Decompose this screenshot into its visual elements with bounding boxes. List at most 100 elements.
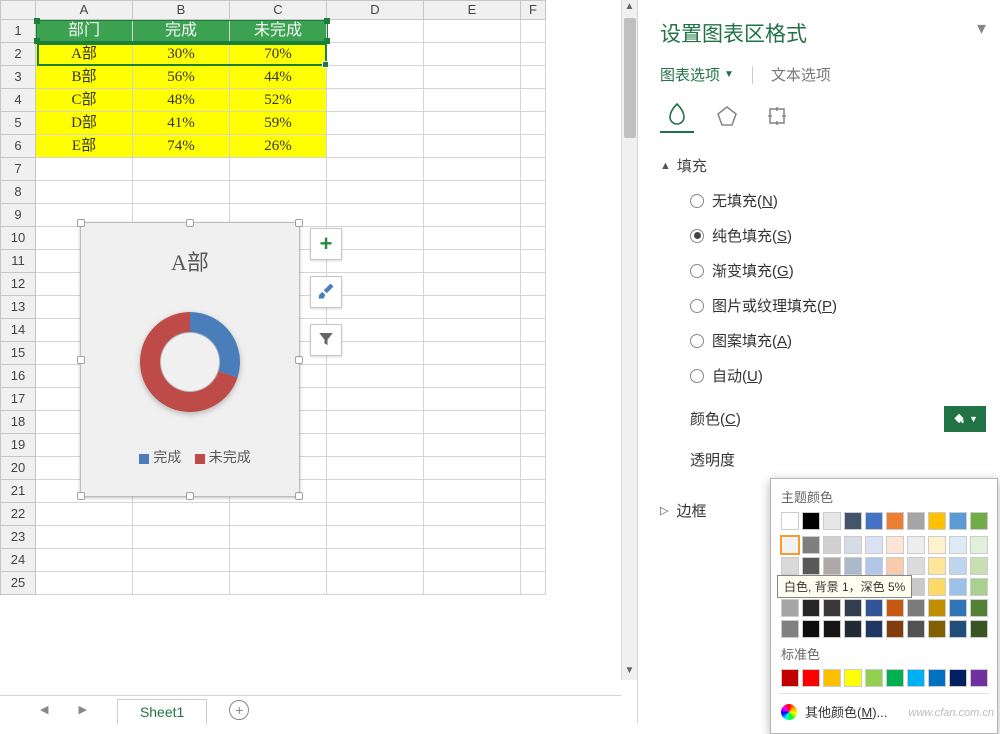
select-all-corner[interactable] [0,0,36,20]
color-swatch[interactable] [865,620,883,638]
cell[interactable] [521,112,546,135]
cell[interactable] [521,273,546,296]
cell[interactable] [327,181,424,204]
color-swatch[interactable] [844,536,862,554]
cell[interactable] [327,457,424,480]
cell[interactable] [424,526,521,549]
radio-solid-fill[interactable]: 纯色填充(S) [690,225,980,246]
radio-auto-fill[interactable]: 自动(U) [690,365,980,386]
color-swatch[interactable] [823,536,841,554]
cell[interactable] [230,181,327,204]
color-swatch[interactable] [949,599,967,617]
color-swatch[interactable] [970,512,988,530]
cell[interactable] [327,112,424,135]
cell[interactable] [521,66,546,89]
cell[interactable] [424,411,521,434]
radio-gradient-fill[interactable]: 渐变填充(G) [690,260,980,281]
cell[interactable] [327,503,424,526]
cell[interactable] [521,434,546,457]
cell[interactable] [327,480,424,503]
row-header[interactable]: 25 [0,572,36,595]
color-swatch[interactable] [886,512,904,530]
cell[interactable] [521,89,546,112]
vertical-scrollbar[interactable]: ▲ ▼ [621,0,637,680]
sheet-tab[interactable]: Sheet1 [117,699,207,724]
chart-title[interactable]: A部 [81,223,299,277]
cell[interactable] [133,572,230,595]
cell[interactable] [521,135,546,158]
cell[interactable] [424,572,521,595]
row-header[interactable]: 11 [0,250,36,273]
cell[interactable] [36,549,133,572]
cell[interactable] [521,250,546,273]
cell[interactable] [36,158,133,181]
cell[interactable] [521,457,546,480]
color-swatch[interactable] [844,669,862,687]
cell[interactable] [230,572,327,595]
color-swatch[interactable] [907,669,925,687]
color-swatch[interactable] [970,620,988,638]
color-swatch[interactable] [865,599,883,617]
color-swatch[interactable] [865,669,883,687]
color-swatch[interactable] [802,557,820,575]
cell[interactable] [36,503,133,526]
color-swatch[interactable] [886,557,904,575]
cell[interactable] [521,526,546,549]
row-header[interactable]: 1 [0,20,36,43]
cell[interactable] [424,158,521,181]
cell[interactable]: 52% [230,89,327,112]
color-swatch[interactable] [928,536,946,554]
cell[interactable]: 56% [133,66,230,89]
cell[interactable] [424,204,521,227]
cell[interactable] [327,526,424,549]
color-swatch[interactable] [928,599,946,617]
row-header[interactable]: 14 [0,319,36,342]
color-swatch[interactable] [886,669,904,687]
color-swatch[interactable] [823,669,841,687]
cell[interactable] [230,158,327,181]
tab-text-options[interactable]: 文本选项 [771,64,831,85]
cell[interactable] [327,388,424,411]
color-swatch[interactable] [781,512,799,530]
col-header[interactable]: B [133,0,230,20]
tab-chart-options[interactable]: 图表选项▼ [660,64,734,85]
row-header[interactable]: 13 [0,296,36,319]
effects-tab[interactable] [710,99,744,133]
cell[interactable]: 74% [133,135,230,158]
row-header[interactable]: 9 [0,204,36,227]
row-header[interactable]: 18 [0,411,36,434]
cell[interactable] [424,503,521,526]
fill-line-tab[interactable] [660,99,694,133]
color-swatch[interactable] [823,599,841,617]
pane-menu-button[interactable]: ▾ [977,18,986,39]
color-swatch[interactable] [907,536,925,554]
section-fill-header[interactable]: ▲ 填充 [660,155,980,176]
color-swatch[interactable] [949,557,967,575]
cell[interactable] [133,526,230,549]
color-swatch[interactable] [781,669,799,687]
col-header[interactable]: F [521,0,546,20]
color-swatch[interactable] [823,620,841,638]
cell[interactable] [230,549,327,572]
color-swatch[interactable] [886,599,904,617]
row-header[interactable]: 15 [0,342,36,365]
color-swatch[interactable] [802,620,820,638]
color-swatch[interactable] [802,536,820,554]
row-header[interactable]: 16 [0,365,36,388]
color-swatch[interactable] [970,599,988,617]
cell[interactable] [424,457,521,480]
cell[interactable]: 59% [230,112,327,135]
color-swatch[interactable] [844,620,862,638]
cell[interactable]: 完成 [133,20,230,43]
cell[interactable] [36,526,133,549]
row-header[interactable]: 24 [0,549,36,572]
color-swatch[interactable] [781,599,799,617]
donut-chart[interactable] [81,297,299,427]
color-swatch[interactable] [844,512,862,530]
cell[interactable] [133,503,230,526]
cell[interactable] [327,89,424,112]
cell[interactable] [36,181,133,204]
cell[interactable] [521,296,546,319]
cell[interactable] [424,227,521,250]
cell[interactable] [521,365,546,388]
